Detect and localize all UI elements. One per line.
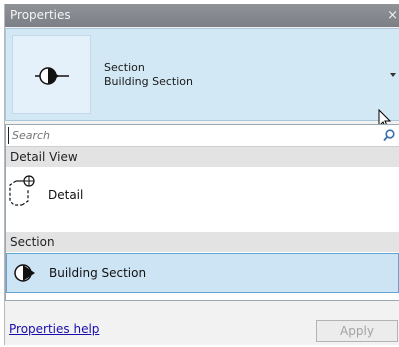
group-header-detail-view: Detail View [6, 147, 399, 167]
group-header-section: Section [6, 232, 399, 252]
search-input[interactable] [8, 127, 372, 144]
apply-button[interactable]: Apply [316, 320, 398, 342]
list-item-label: Building Section [49, 266, 147, 280]
properties-help-link[interactable]: Properties help [9, 322, 99, 336]
close-icon[interactable]: × [387, 4, 398, 27]
list-item-building-section[interactable]: Building Section [6, 253, 399, 293]
type-family-label: Section [104, 61, 145, 74]
palette-footer: Properties help Apply [5, 316, 399, 345]
type-selector[interactable]: Section Building Section [5, 28, 399, 130]
section-marker-icon [14, 264, 35, 282]
list-item-label: Detail [48, 188, 84, 202]
section-marker-icon [35, 67, 69, 85]
detail-callout-icon [9, 175, 35, 206]
type-dropdown-list: Detail View Detail Section Building Sect… [5, 124, 399, 301]
group-header-label: Detail View [10, 150, 78, 164]
search-icon[interactable] [383, 129, 395, 142]
search-row [6, 125, 399, 147]
chevron-down-icon[interactable] [390, 73, 396, 77]
title-bar[interactable]: Properties × [5, 4, 399, 27]
group-header-label: Section [10, 235, 55, 249]
window-title: Properties [10, 8, 71, 22]
list-item-detail[interactable]: Detail [6, 167, 399, 217]
properties-palette: Properties × Section Building Section Se… [4, 4, 399, 345]
type-preview-thumbnail [12, 35, 91, 114]
type-name-label: Building Section [104, 75, 193, 88]
